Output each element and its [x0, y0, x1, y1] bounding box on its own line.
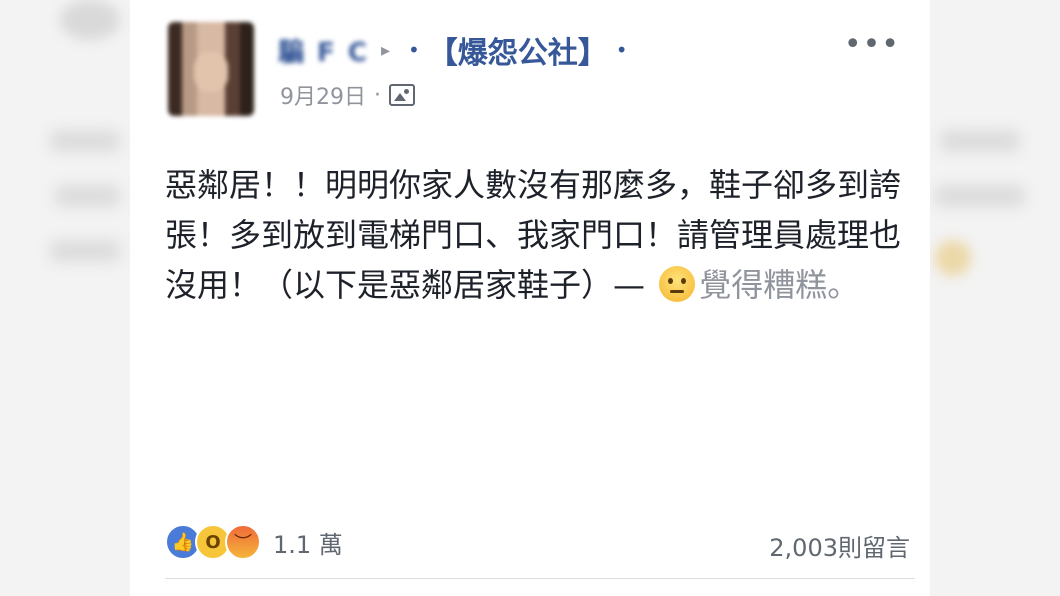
blurred-text	[50, 240, 120, 262]
post-meta: 9月29日 ·	[280, 78, 415, 112]
blurred-text	[50, 130, 120, 152]
author-name-link[interactable]: 騙 F C	[278, 32, 369, 69]
group-dot-icon: •	[408, 38, 420, 62]
reaction-count[interactable]: 1.1 萬	[273, 525, 343, 560]
photo-icon	[389, 84, 415, 106]
more-options-icon[interactable]: •••	[844, 30, 900, 60]
post-header: 騙 F C ▸ • 【爆怨公社】 •	[278, 28, 632, 72]
blurred-text	[935, 185, 1025, 207]
author-avatar[interactable]	[168, 22, 254, 116]
feeling-emoji-icon	[659, 266, 696, 302]
blurred-emoji	[935, 240, 971, 276]
group-dot-icon: •	[615, 38, 628, 62]
blurred-text	[940, 130, 1020, 152]
group-name-link[interactable]: 【爆怨公社】	[428, 28, 608, 72]
blurred-background-left	[0, 0, 130, 596]
post-date-link[interactable]: 9月29日	[280, 79, 366, 111]
angry-reaction-icon: ︶	[225, 524, 261, 560]
blurred-text	[55, 185, 120, 207]
blurred-background-right	[930, 0, 1060, 596]
meta-separator: ·	[374, 82, 381, 108]
facebook-post-card: 騙 F C ▸ • 【爆怨公社】 • ••• 9月29日 · 惡鄰居！！明明你家…	[140, 0, 930, 596]
divider	[165, 578, 915, 579]
comment-count-link[interactable]: 2,003則留言	[769, 528, 910, 563]
shared-to-arrow-icon: ▸	[380, 39, 390, 61]
blurred-avatar	[60, 0, 120, 40]
reactions-summary[interactable]: 👍 O ︶ 1.1 萬	[165, 522, 343, 562]
feeling-text[interactable]: 覺得糟糕。	[699, 266, 859, 304]
post-body: 惡鄰居！！明明你家人數沒有那麼多，鞋子卻多到誇張！多到放到電梯門口、我家門口！請…	[165, 160, 905, 310]
